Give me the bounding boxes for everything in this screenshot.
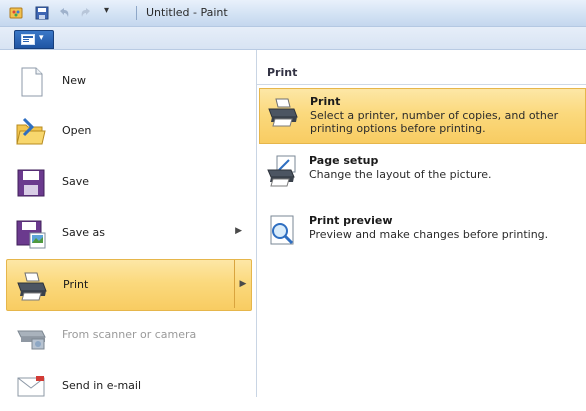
menu-item-from-scanner-or-camera: From scanner or camera bbox=[6, 310, 250, 360]
menu-item-label: Send in e-mail bbox=[62, 379, 142, 392]
print-preview-icon bbox=[270, 215, 294, 245]
submenu-item-title: Print bbox=[310, 95, 341, 108]
menu-item-print[interactable]: Print ▶ bbox=[6, 259, 252, 311]
title-bar: ▾ Untitled - Paint bbox=[0, 0, 586, 27]
menu-item-save-as[interactable]: Save as ▶ bbox=[6, 208, 250, 258]
file-menu-icon bbox=[21, 34, 35, 45]
open-folder-icon bbox=[16, 117, 46, 145]
customize-quick-access-chevron-icon[interactable]: ▾ bbox=[104, 5, 109, 16]
submenu-item-description: Change the layout of the picture. bbox=[309, 168, 492, 181]
printer-icon bbox=[268, 98, 298, 127]
redo-icon[interactable] bbox=[78, 5, 94, 21]
menu-item-send-in-email[interactable]: Send in e-mail bbox=[6, 361, 250, 411]
save-as-icon bbox=[16, 220, 46, 249]
save-floppy-icon bbox=[17, 169, 45, 197]
menu-item-label: Open bbox=[62, 124, 92, 137]
submenu-arrow-icon[interactable]: ▶ bbox=[234, 260, 251, 308]
file-menu-button[interactable]: ▾ bbox=[14, 30, 54, 49]
page-setup-icon bbox=[267, 155, 296, 187]
submenu-item-print-preview[interactable]: Print preview Preview and make changes b… bbox=[259, 208, 584, 262]
print-submenu-panel: Print Print Select a printer, number of … bbox=[257, 50, 586, 397]
submenu-item-page-setup[interactable]: Page setup Change the layout of the pict… bbox=[259, 148, 584, 202]
menu-item-label: New bbox=[62, 74, 86, 87]
email-icon bbox=[17, 376, 45, 397]
submenu-header: Print bbox=[257, 60, 586, 85]
file-menu-panel: New Open Save Save as ▶ Print ▶ From sca… bbox=[0, 50, 257, 397]
submenu-item-title: Page setup bbox=[309, 154, 379, 167]
submenu-item-title: Print preview bbox=[309, 214, 393, 227]
ribbon-tabs: ▾ bbox=[0, 27, 586, 50]
menu-item-label: Print bbox=[63, 278, 89, 291]
new-document-icon bbox=[21, 67, 43, 97]
scanner-icon bbox=[17, 330, 46, 350]
submenu-header-label: Print bbox=[267, 66, 298, 79]
menu-item-label: Save bbox=[62, 175, 90, 188]
submenu-item-description: Select a printer, number of copies, and … bbox=[310, 109, 559, 135]
printer-icon bbox=[17, 272, 47, 301]
chevron-down-icon: ▾ bbox=[39, 33, 44, 43]
menu-item-open[interactable]: Open bbox=[6, 106, 250, 156]
paint-app-icon bbox=[9, 7, 23, 19]
save-icon[interactable] bbox=[34, 5, 50, 21]
submenu-item-description: Preview and make changes before printing… bbox=[309, 228, 549, 241]
window-title: Untitled - Paint bbox=[146, 6, 228, 19]
submenu-arrow-icon: ▶ bbox=[235, 226, 242, 236]
divider bbox=[136, 6, 137, 20]
menu-item-label: From scanner or camera bbox=[62, 328, 197, 341]
menu-item-new[interactable]: New bbox=[6, 56, 250, 106]
submenu-item-print[interactable]: Print Select a printer, number of copies… bbox=[259, 88, 586, 144]
menu-item-save[interactable]: Save bbox=[6, 157, 250, 207]
undo-icon[interactable] bbox=[56, 5, 72, 21]
menu-item-label: Save as bbox=[62, 226, 105, 239]
